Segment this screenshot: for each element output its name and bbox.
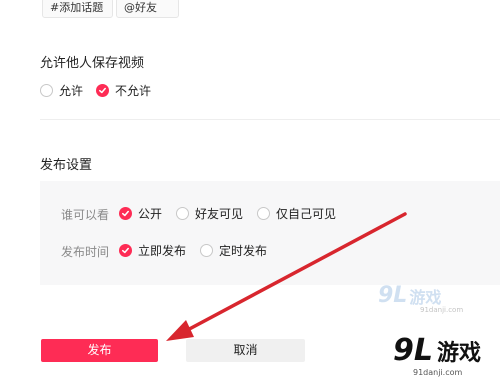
radio-public[interactable]: 公开 [119,204,162,222]
visibility-radio-group: 公开 好友可见 仅自己可见 [119,204,349,222]
cancel-button[interactable]: 取消 [186,339,305,362]
radio-unchecked-icon [176,206,189,220]
radio-checked-icon [119,243,132,257]
add-topic-tag[interactable]: #添加话题 [42,0,113,18]
radio-label: 公开 [138,206,163,221]
radio-unchecked-icon [200,243,213,257]
section-divider [40,119,500,120]
publish-time-radio-group: 立即发布 定时发布 [119,241,289,259]
radio-only-me[interactable]: 仅自己可见 [257,204,336,222]
radio-friends-visible[interactable]: 好友可见 [176,204,243,222]
watermark-logo-number: 9L [378,283,408,308]
publish-button[interactable]: 发布 [41,339,158,362]
publish-time-label: 发布时间 [61,245,110,259]
radio-label: 允许 [59,83,84,98]
watermark-logo-text: 游戏 [409,287,442,307]
watermark-logo-text: 游戏 [437,340,482,366]
save-video-title: 允许他人保存视频 [40,56,145,71]
publish-settings-title: 发布设置 [40,158,93,173]
watermark-upper: 9L 游戏 [378,283,441,308]
watermark-upper-url: 91danji.com [420,306,464,314]
save-video-radio-group: 允许 不允许 [40,81,200,99]
radio-label: 仅自己可见 [276,206,337,221]
watermark-lower: 9L 游戏 [393,333,481,368]
radio-checked-icon [119,206,132,220]
radio-unchecked-icon [40,83,53,97]
radio-checked-icon [96,83,109,97]
radio-disallow[interactable]: 不允许 [96,81,151,99]
radio-publish-now[interactable]: 立即发布 [119,241,186,259]
visibility-label: 谁可以看 [61,208,110,222]
radio-label: 立即发布 [138,243,187,258]
radio-label: 好友可见 [195,206,244,221]
radio-scheduled-publish[interactable]: 定时发布 [200,241,267,259]
radio-label: 定时发布 [219,243,268,258]
radio-allow[interactable]: 允许 [40,81,83,99]
radio-label: 不允许 [115,83,152,98]
watermark-lower-url: 91danji.com [413,368,463,377]
radio-unchecked-icon [257,206,270,220]
watermark-logo-number: 9L [393,333,433,368]
mention-friend-tag[interactable]: @好友 [116,0,179,18]
publish-settings-panel: 谁可以看 公开 好友可见 仅自己可见 发布时间 立即发布 定时发布 [40,181,500,285]
